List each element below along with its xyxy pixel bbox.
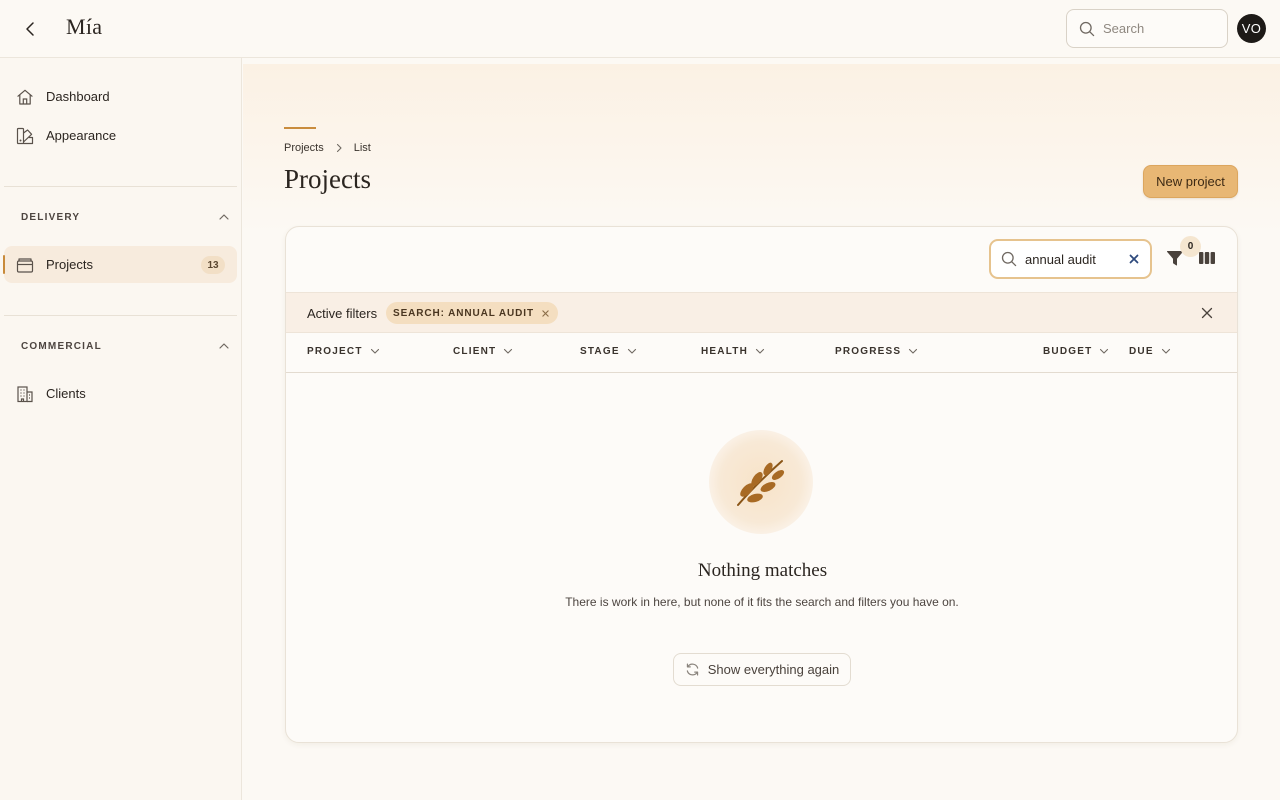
chevron-down-icon (1100, 348, 1109, 354)
column-header-budget[interactable]: BUDGET (1043, 346, 1109, 357)
table-search-input[interactable] (1025, 251, 1121, 267)
show-everything-button[interactable]: Show everything again (673, 653, 851, 686)
sidebar-item-label: Projects (46, 257, 93, 272)
chevron-down-icon (909, 348, 918, 354)
chevron-down-icon (370, 348, 379, 354)
clear-search-button[interactable] (1128, 253, 1140, 265)
chevron-left-icon (26, 22, 34, 36)
table-header-row: PROJECT CLIENT STAGE HEALTH PROGRESS BUD… (286, 333, 1237, 373)
sidebar-item-label: Clients (46, 386, 86, 401)
back-button[interactable] (18, 16, 44, 42)
column-label: STAGE (580, 346, 620, 357)
sidebar-divider (4, 186, 237, 187)
column-header-client[interactable]: CLIENT (453, 346, 513, 357)
close-icon (1129, 254, 1139, 264)
title-accent-line (284, 127, 316, 129)
sidebar-item-dashboard[interactable]: Dashboard (4, 78, 237, 115)
chevron-down-icon (504, 348, 513, 354)
column-label: CLIENT (453, 346, 497, 357)
columns-icon (1199, 252, 1215, 264)
chevron-right-icon (336, 143, 342, 153)
home-icon (16, 88, 34, 106)
remove-filter-button[interactable] (542, 309, 550, 317)
columns-button[interactable] (1197, 248, 1217, 268)
chevron-up-icon[interactable] (217, 339, 231, 353)
top-bar: Mía VO (0, 0, 1280, 58)
chevron-down-icon (1161, 348, 1170, 354)
section-title: DELIVERY (21, 211, 81, 223)
count-badge: 13 (201, 256, 225, 274)
main-content: Projects List Projects New project 0 (243, 64, 1280, 800)
refresh-icon (686, 663, 698, 676)
column-label: BUDGET (1043, 346, 1093, 357)
chevron-up-icon[interactable] (217, 210, 231, 224)
clear-filters-button[interactable] (1200, 306, 1214, 320)
column-header-stage[interactable]: STAGE (580, 346, 637, 357)
sidebar-item-appearance[interactable]: Appearance (4, 117, 237, 154)
empty-state-illustration (709, 430, 813, 534)
user-avatar[interactable]: VO (1237, 14, 1266, 43)
column-label: PROJECT (307, 346, 363, 357)
search-icon (1001, 251, 1017, 267)
chevron-down-icon (627, 348, 636, 354)
building-icon (16, 385, 34, 403)
section-header-delivery[interactable]: DELIVERY (21, 207, 231, 227)
app-brand: Mía (66, 14, 103, 39)
leaf-branch-icon (737, 460, 785, 506)
column-header-due[interactable]: DUE (1129, 346, 1171, 357)
projects-table-card: 0 Active filters SEARCH: ANNUAL AUDIT (285, 226, 1238, 743)
search-icon (1079, 21, 1095, 36)
palette-icon (16, 127, 34, 145)
chevron-down-icon (755, 348, 765, 354)
column-header-project[interactable]: PROJECT (307, 346, 380, 357)
close-icon (1201, 307, 1213, 319)
sidebar-item-projects[interactable]: Projects 13 (3, 246, 237, 283)
sidebar: Dashboard Appearance DELIVERY Projects 1… (0, 58, 242, 800)
close-icon (542, 309, 550, 317)
section-header-commercial[interactable]: COMMERCIAL (21, 336, 231, 356)
sidebar-divider (4, 315, 237, 316)
new-project-button[interactable]: New project (1143, 165, 1238, 198)
breadcrumb: Projects List (284, 142, 371, 154)
filter-chip-label: SEARCH: ANNUAL AUDIT (393, 307, 534, 319)
box-icon (16, 256, 34, 274)
active-filters-bar: Active filters SEARCH: ANNUAL AUDIT (286, 292, 1237, 333)
empty-state-title: Nothing matches (697, 560, 828, 581)
sidebar-item-clients[interactable]: Clients (4, 375, 237, 412)
section-title: COMMERCIAL (21, 340, 102, 352)
page-title: Projects (284, 164, 371, 194)
column-label: HEALTH (701, 346, 749, 357)
empty-state-description: There is work in here, but none of it fi… (565, 595, 959, 609)
column-label: DUE (1129, 346, 1154, 357)
global-search-input[interactable] (1103, 21, 1213, 36)
active-filters-label: Active filters (307, 306, 378, 321)
column-label: PROGRESS (835, 346, 902, 357)
column-header-health[interactable]: HEALTH (701, 346, 765, 357)
global-search[interactable] (1066, 9, 1228, 48)
table-search[interactable] (989, 239, 1152, 279)
filter-chip: SEARCH: ANNUAL AUDIT (386, 302, 558, 324)
sidebar-item-label: Appearance (46, 128, 117, 143)
show-everything-label: Show everything again (707, 662, 840, 677)
column-header-progress[interactable]: PROGRESS (835, 346, 918, 357)
breadcrumb-current: List (353, 142, 371, 154)
sidebar-item-label: Dashboard (46, 89, 110, 104)
breadcrumb-projects[interactable]: Projects (284, 142, 324, 154)
